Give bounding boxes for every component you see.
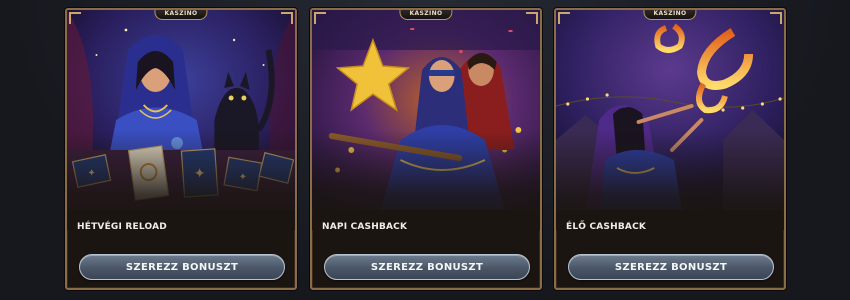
casino-tag: KASZINO xyxy=(154,10,208,20)
promo-card-weekend-reload[interactable]: ✦ ✦ ✦ KASZINO HÉTVÉGI RELOAD SZEREZZ BON… xyxy=(65,8,297,290)
claim-bonus-button[interactable]: SZEREZZ BONUSZT xyxy=(568,254,774,280)
claim-bonus-button[interactable]: SZEREZZ BONUSZT xyxy=(324,254,530,280)
promo-title: NAPI CASHBACK xyxy=(322,222,408,232)
promo-title: ÉLŐ CASHBACK xyxy=(566,222,647,232)
image-fade xyxy=(67,130,295,230)
promo-title: HÉTVÉGI RELOAD xyxy=(77,222,167,232)
image-fade xyxy=(312,130,540,230)
claim-bonus-button[interactable]: SZEREZZ BONUSZT xyxy=(79,254,285,280)
casino-tag: KASZINO xyxy=(399,10,453,20)
promo-card-daily-cashback[interactable]: KASZINO NAPI CASHBACK SZEREZZ BONUSZT xyxy=(310,8,542,290)
promotions-page: ✦ ✦ ✦ KASZINO HÉTVÉGI RELOAD SZEREZZ BON… xyxy=(0,0,850,300)
casino-tag: KASZINO xyxy=(643,10,697,20)
promo-card-live-cashback[interactable]: KASZINO ÉLŐ CASHBACK SZEREZZ BONUSZT xyxy=(554,8,786,290)
image-fade xyxy=(556,130,784,230)
